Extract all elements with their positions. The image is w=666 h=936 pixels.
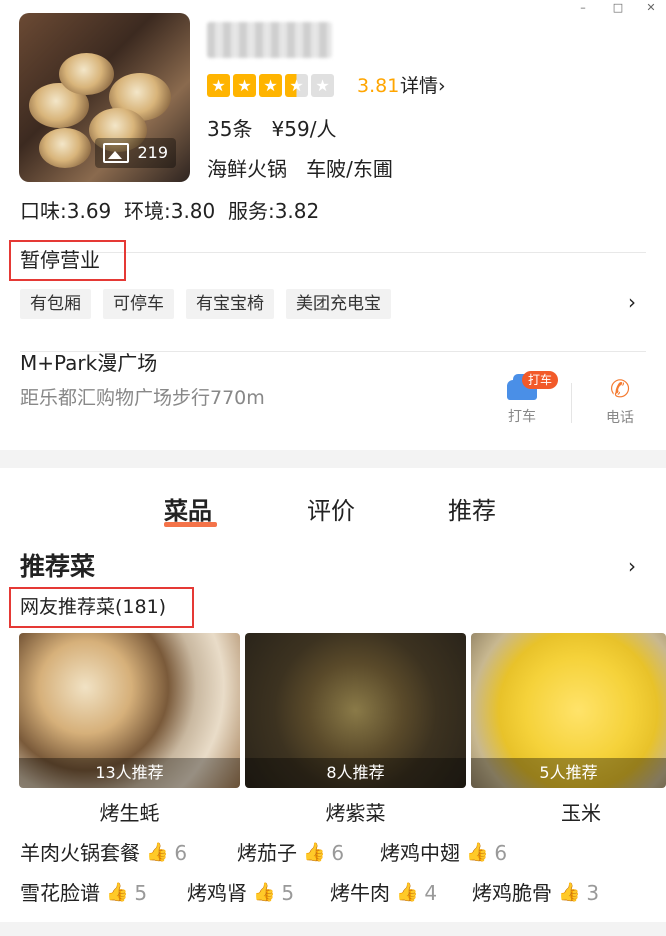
- dish-recommend-count: 5人推荐: [471, 758, 666, 788]
- chevron-right-icon: ›: [438, 75, 446, 97]
- dish-item-name: 烤牛肉: [330, 881, 390, 905]
- review-price-line: 35条 ¥59/人: [207, 116, 336, 142]
- tag: 有包厢: [20, 289, 91, 319]
- dish-item-name: 烤鸡肾: [187, 881, 247, 905]
- dish-card[interactable]: 5人推荐: [471, 633, 666, 788]
- dish-item-count: 6: [174, 841, 188, 865]
- thumb-up-icon: 👍: [303, 842, 326, 863]
- close-button[interactable]: ✕: [638, 0, 664, 16]
- photo-count-badge: 219: [95, 138, 176, 168]
- phone-icon: ✆: [609, 375, 631, 403]
- star-empty-icon: ★: [311, 74, 334, 97]
- tag: 有宝宝椅: [186, 289, 274, 319]
- star-rating: ★ ★ ★ ★ ★: [207, 74, 334, 97]
- dish-item-count: 3: [586, 881, 600, 905]
- dish-name: 烤生蚝: [99, 801, 160, 825]
- dish-card[interactable]: 8人推荐: [245, 633, 466, 788]
- shop-name-blurred: [207, 22, 332, 58]
- dish-item-name: 雪花脸谱: [20, 881, 100, 905]
- dish-item-count: 4: [424, 881, 438, 905]
- dish-item[interactable]: 烤鸡肾 👍 5: [187, 880, 294, 906]
- review-count: 35条: [207, 117, 253, 141]
- dish-item-count: 6: [494, 841, 508, 865]
- active-tab-indicator: [164, 522, 217, 527]
- tab-recommend[interactable]: 推荐: [448, 496, 496, 526]
- tag: 美团充电宝: [286, 289, 391, 319]
- taxi-label: 打车: [508, 409, 536, 425]
- star-icon: ★: [233, 74, 256, 97]
- dish-item[interactable]: 烤鸡脆骨 👍 3: [472, 880, 599, 906]
- dish-item-name: 烤鸡脆骨: [472, 881, 552, 905]
- dish-name: 烤紫菜: [325, 801, 386, 825]
- dish-card[interactable]: 13人推荐: [19, 633, 240, 788]
- image-icon: [103, 143, 130, 163]
- star-half-icon: ★: [285, 74, 308, 97]
- dish-item-name: 烤茄子: [237, 841, 297, 865]
- detail-link[interactable]: 详情›: [400, 74, 446, 98]
- dish-item[interactable]: 烤鸡中翅 👍 6: [380, 840, 507, 866]
- category-area-line: 海鲜火锅 车陂/东圃: [207, 156, 393, 182]
- dish-item[interactable]: 烤茄子 👍 6: [237, 840, 344, 866]
- dish-item-count: 5: [281, 881, 295, 905]
- business-status: 暂停营业: [9, 240, 126, 281]
- phone-button[interactable]: ✆ 电话: [600, 377, 640, 427]
- maximize-button[interactable]: □: [605, 0, 631, 16]
- shop-distance: 距乐都汇购物广场步行770m: [20, 387, 265, 409]
- sub-scores: 口味:3.69 环境:3.80 服务:3.82: [20, 199, 320, 223]
- minimize-button[interactable]: –: [570, 0, 596, 16]
- thumb-up-icon: 👍: [106, 882, 129, 903]
- chevron-right-icon[interactable]: ›: [628, 556, 636, 576]
- chevron-right-icon[interactable]: ›: [628, 292, 636, 312]
- taxi-badge: 打车: [522, 371, 559, 389]
- section-title: 推荐菜: [20, 552, 96, 581]
- dish-item-name: 烤鸡中翅: [380, 841, 460, 865]
- avg-price: ¥59/人: [271, 117, 337, 141]
- tab-reviews[interactable]: 评价: [307, 496, 355, 526]
- dish-name: 玉米: [561, 801, 601, 825]
- rating-value: 3.81: [357, 75, 400, 97]
- dish-item[interactable]: 烤牛肉 👍 4: [330, 880, 437, 906]
- dish-item-count: 6: [331, 841, 345, 865]
- thumb-up-icon: 👍: [146, 842, 169, 863]
- dish-item[interactable]: 雪花脸谱 👍 5: [20, 880, 147, 906]
- tag: 可停车: [103, 289, 174, 319]
- dish-item-name: 羊肉火锅套餐: [20, 841, 140, 865]
- detail-link-label: 详情: [400, 75, 439, 97]
- photo-count: 219: [137, 143, 168, 162]
- dish-recommend-count: 13人推荐: [19, 758, 240, 788]
- shop-address[interactable]: M+Park漫广场: [20, 350, 157, 376]
- facility-tags: 有包厢 可停车 有宝宝椅 美团充电宝: [20, 289, 391, 319]
- phone-label: 电话: [606, 410, 634, 426]
- dish-item[interactable]: 羊肉火锅套餐 👍 6: [20, 840, 187, 866]
- shop-photo[interactable]: 219: [19, 13, 190, 182]
- divider: [571, 383, 572, 423]
- dish-item-count: 5: [134, 881, 148, 905]
- recommend-subtitle: 网友推荐菜(181): [9, 587, 194, 628]
- thumb-up-icon: 👍: [466, 842, 489, 863]
- thumb-up-icon: 👍: [253, 882, 276, 903]
- thumb-up-icon: 👍: [396, 882, 419, 903]
- shop-category: 海鲜火锅: [207, 157, 287, 181]
- dish-recommend-count: 8人推荐: [245, 758, 466, 788]
- star-icon: ★: [259, 74, 282, 97]
- star-icon: ★: [207, 74, 230, 97]
- thumb-up-icon: 👍: [558, 882, 581, 903]
- shop-area: 车陂/东圃: [306, 157, 393, 181]
